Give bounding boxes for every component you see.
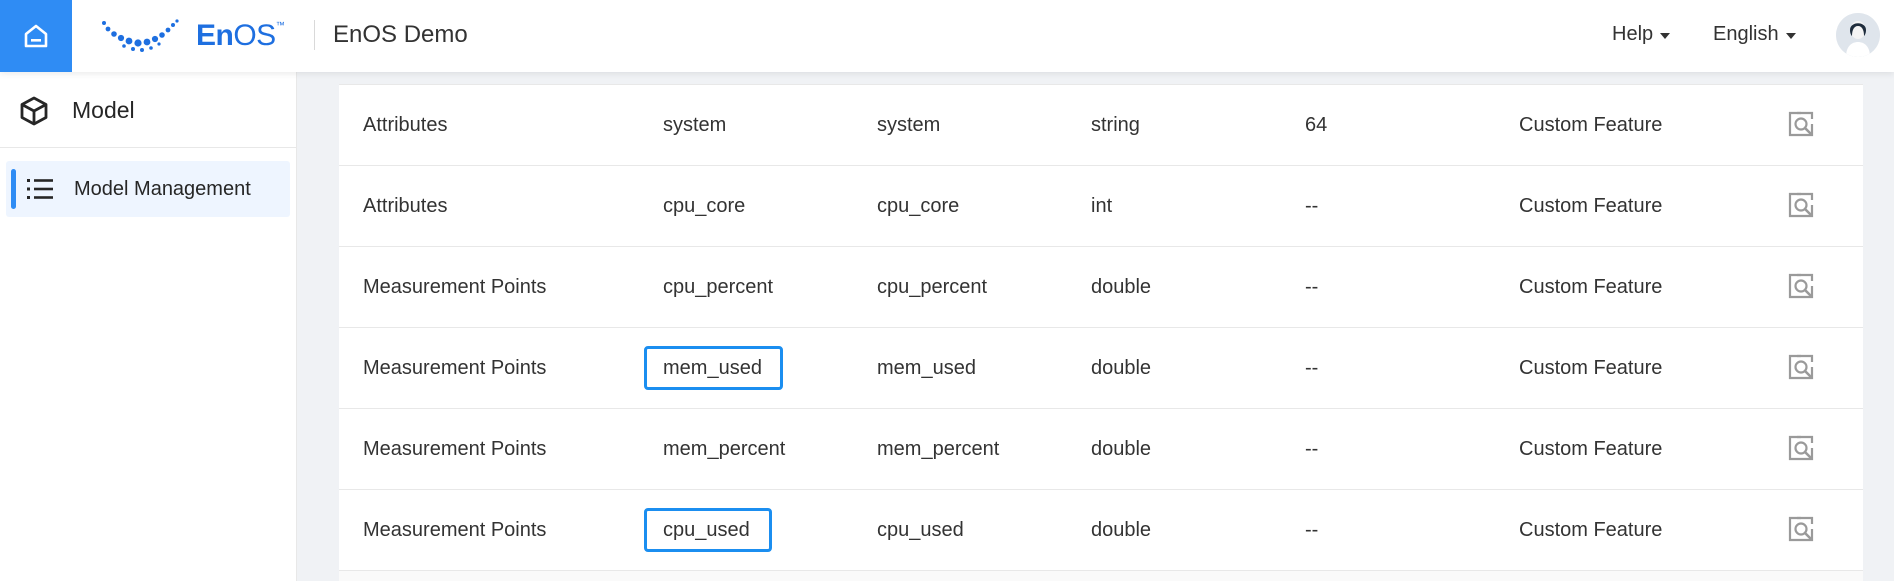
view-details-icon <box>1788 435 1814 461</box>
feature-identifier-cell: cpu_percent <box>663 276 774 298</box>
user-avatar[interactable] <box>1836 13 1880 57</box>
feature-category-cell: Measurement Points <box>363 519 547 541</box>
sidebar: Model Model Management <box>0 72 297 581</box>
table-row[interactable]: Attributes system system string 64 Custom Fea… <box>339 85 1863 166</box>
view-details-button[interactable] <box>1787 272 1817 302</box>
feature-name-cell: cpu_used <box>877 519 964 541</box>
language-label: English <box>1713 23 1779 45</box>
feature-table: Attributes system system string 64 Custom Fea… <box>339 84 1863 581</box>
feature-identifier-cell: mem_percent <box>663 438 786 460</box>
caret-down-icon <box>1785 32 1796 39</box>
list-icon <box>27 179 53 199</box>
table-row[interactable]: Attributes cpu_core cpu_core int -- Custom Fe… <box>339 166 1863 247</box>
app-name: EnOS Demo <box>333 21 468 48</box>
table-row[interactable]: Measurement Points mem_used mem_used double… <box>339 328 1863 409</box>
feature-name-cell: mem_used <box>877 357 976 379</box>
help-menu[interactable]: Help <box>1612 23 1671 46</box>
view-details-icon <box>1788 516 1814 542</box>
data-type-cell: double <box>1091 519 1152 541</box>
feature-category-cell: Attributes <box>363 114 448 136</box>
length-cell: 64 <box>1305 114 1328 136</box>
view-details-icon <box>1788 273 1814 299</box>
view-details-button[interactable] <box>1787 110 1817 140</box>
home-button[interactable] <box>0 0 72 72</box>
language-menu[interactable]: English <box>1713 23 1796 46</box>
feature-type-cell: Custom Feature <box>1519 438 1663 460</box>
feature-category-cell: Attributes <box>363 195 448 217</box>
help-label: Help <box>1612 23 1654 45</box>
length-cell: -- <box>1305 519 1319 541</box>
length-cell: -- <box>1305 357 1319 379</box>
view-details-button[interactable] <box>1787 191 1817 221</box>
feature-name-cell: cpu_percent <box>877 276 988 298</box>
logo-trademark: ™ <box>275 20 285 30</box>
sidebar-item-label: Model Management <box>74 178 251 200</box>
view-details-button[interactable] <box>1787 353 1817 383</box>
active-indicator <box>11 169 16 209</box>
view-details-icon <box>1788 111 1814 137</box>
feature-type-cell: Custom Feature <box>1519 276 1663 298</box>
table-row[interactable]: Measurement Points cpu_percent cpu_percent… <box>339 247 1863 328</box>
data-type-cell: string <box>1091 114 1140 136</box>
view-details-icon <box>1788 192 1814 218</box>
feature-identifier-cell: system <box>663 114 727 136</box>
enos-logo[interactable]: EnOS ™ <box>100 18 285 54</box>
feature-name-cell: cpu_core <box>877 195 960 217</box>
length-cell: -- <box>1305 438 1319 460</box>
caret-down-icon <box>1660 32 1671 39</box>
table-row[interactable]: Measurement Points mem_percent mem_percent… <box>339 409 1863 490</box>
feature-identifier-cell: cpu_core <box>663 195 746 217</box>
feature-category-cell: Measurement Points <box>363 276 547 298</box>
data-type-cell: double <box>1091 276 1152 298</box>
feature-name-cell: system <box>877 114 941 136</box>
length-cell: -- <box>1305 276 1319 298</box>
cube-icon <box>20 96 48 126</box>
home-icon <box>24 24 48 48</box>
feature-type-cell: Custom Feature <box>1519 195 1663 217</box>
header-divider <box>314 20 315 50</box>
table-row[interactable]: Measurement Points cpu_used cpu_used double… <box>339 490 1863 571</box>
data-type-cell: double <box>1091 357 1152 379</box>
feature-type-cell: Custom Feature <box>1519 114 1663 136</box>
logo-dots-icon <box>102 19 179 52</box>
feature-type-cell: Custom Feature <box>1519 357 1663 379</box>
feature-name-cell: mem_percent <box>877 438 1000 460</box>
feature-category-cell: Measurement Points <box>363 438 547 460</box>
logo-wordmark: EnOS <box>196 19 276 52</box>
data-type-cell: int <box>1091 195 1113 217</box>
feature-identifier-cell: cpu_used <box>663 519 750 541</box>
sidebar-item-model-management[interactable]: Model Management <box>6 161 290 217</box>
sidebar-section-title: Model <box>0 72 296 148</box>
view-details-button[interactable] <box>1787 515 1817 545</box>
user-avatar-icon <box>1836 13 1880 57</box>
table-footer-strip <box>339 571 1863 581</box>
data-type-cell: double <box>1091 438 1152 460</box>
sidebar-section-label: Model <box>72 97 135 123</box>
view-details-icon <box>1788 354 1814 380</box>
feature-type-cell: Custom Feature <box>1519 519 1663 541</box>
top-header: EnOS ™ EnOS Demo Help English <box>0 0 1894 72</box>
feature-identifier-cell: mem_used <box>663 357 762 379</box>
length-cell: -- <box>1305 195 1319 217</box>
feature-category-cell: Measurement Points <box>363 357 547 379</box>
view-details-button[interactable] <box>1787 434 1817 464</box>
